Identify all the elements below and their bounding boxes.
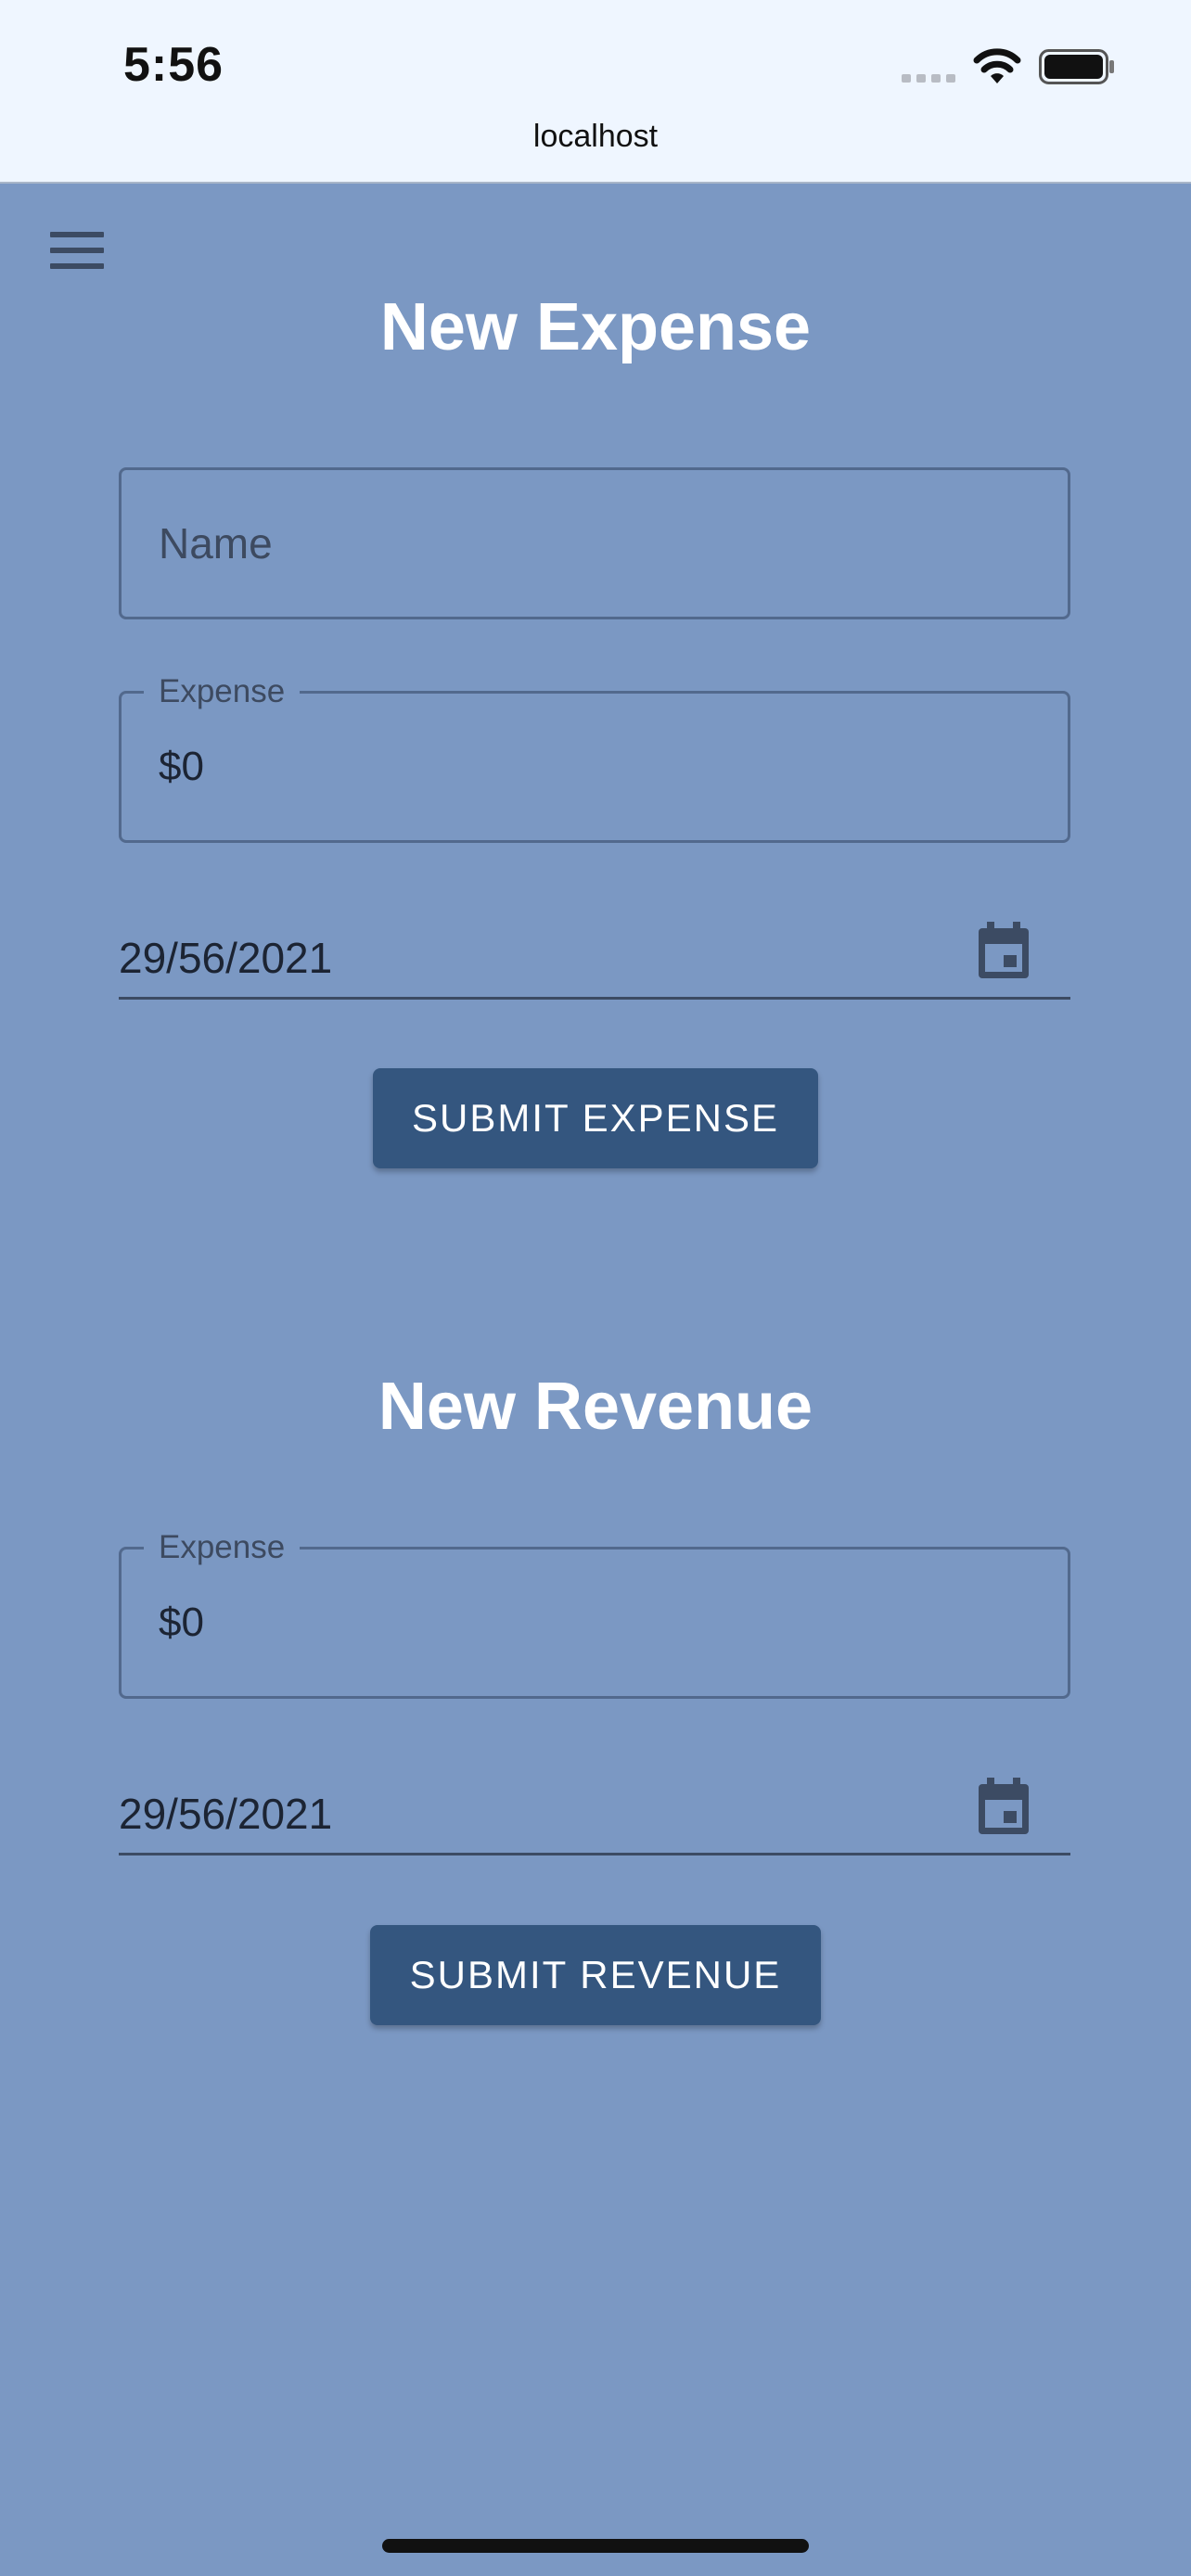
expense-amount-label: Expense [144, 673, 301, 710]
expense-amount-field[interactable]: Expense $0 [119, 673, 1070, 843]
address-bar-url[interactable]: localhost [0, 119, 1191, 155]
cellular-signal-icon [902, 74, 955, 83]
expense-amount-value: $0 [159, 744, 204, 789]
calendar-icon[interactable] [976, 1778, 1031, 1837]
revenue-date-field[interactable]: 29/56/2021 [119, 1778, 1070, 1855]
revenue-amount-value: $0 [159, 1600, 204, 1645]
hamburger-menu-icon[interactable] [50, 230, 104, 271]
battery-icon [1039, 49, 1114, 84]
browser-top-bar: 5:56 localhost [0, 0, 1191, 184]
wifi-icon [973, 48, 1021, 83]
submit-revenue-button[interactable]: SUBMIT REVENUE [370, 1925, 821, 2025]
expense-name-placeholder: Name [159, 519, 273, 567]
revenue-amount-field[interactable]: Expense $0 [119, 1529, 1070, 1699]
expense-form-title: New Expense [379, 290, 812, 364]
calendar-icon[interactable] [976, 922, 1031, 981]
submit-expense-button[interactable]: SUBMIT EXPENSE [373, 1068, 818, 1168]
expense-name-field[interactable]: Name [119, 467, 1070, 619]
status-time: 5:56 [123, 38, 224, 92]
expense-date-value: 29/56/2021 [119, 934, 333, 982]
home-indicator[interactable] [382, 2539, 809, 2553]
revenue-amount-label: Expense [144, 1529, 301, 1566]
expense-date-field[interactable]: 29/56/2021 [119, 922, 1070, 1000]
revenue-form-title: New Revenue [378, 1370, 813, 1444]
revenue-date-value: 29/56/2021 [119, 1790, 333, 1838]
